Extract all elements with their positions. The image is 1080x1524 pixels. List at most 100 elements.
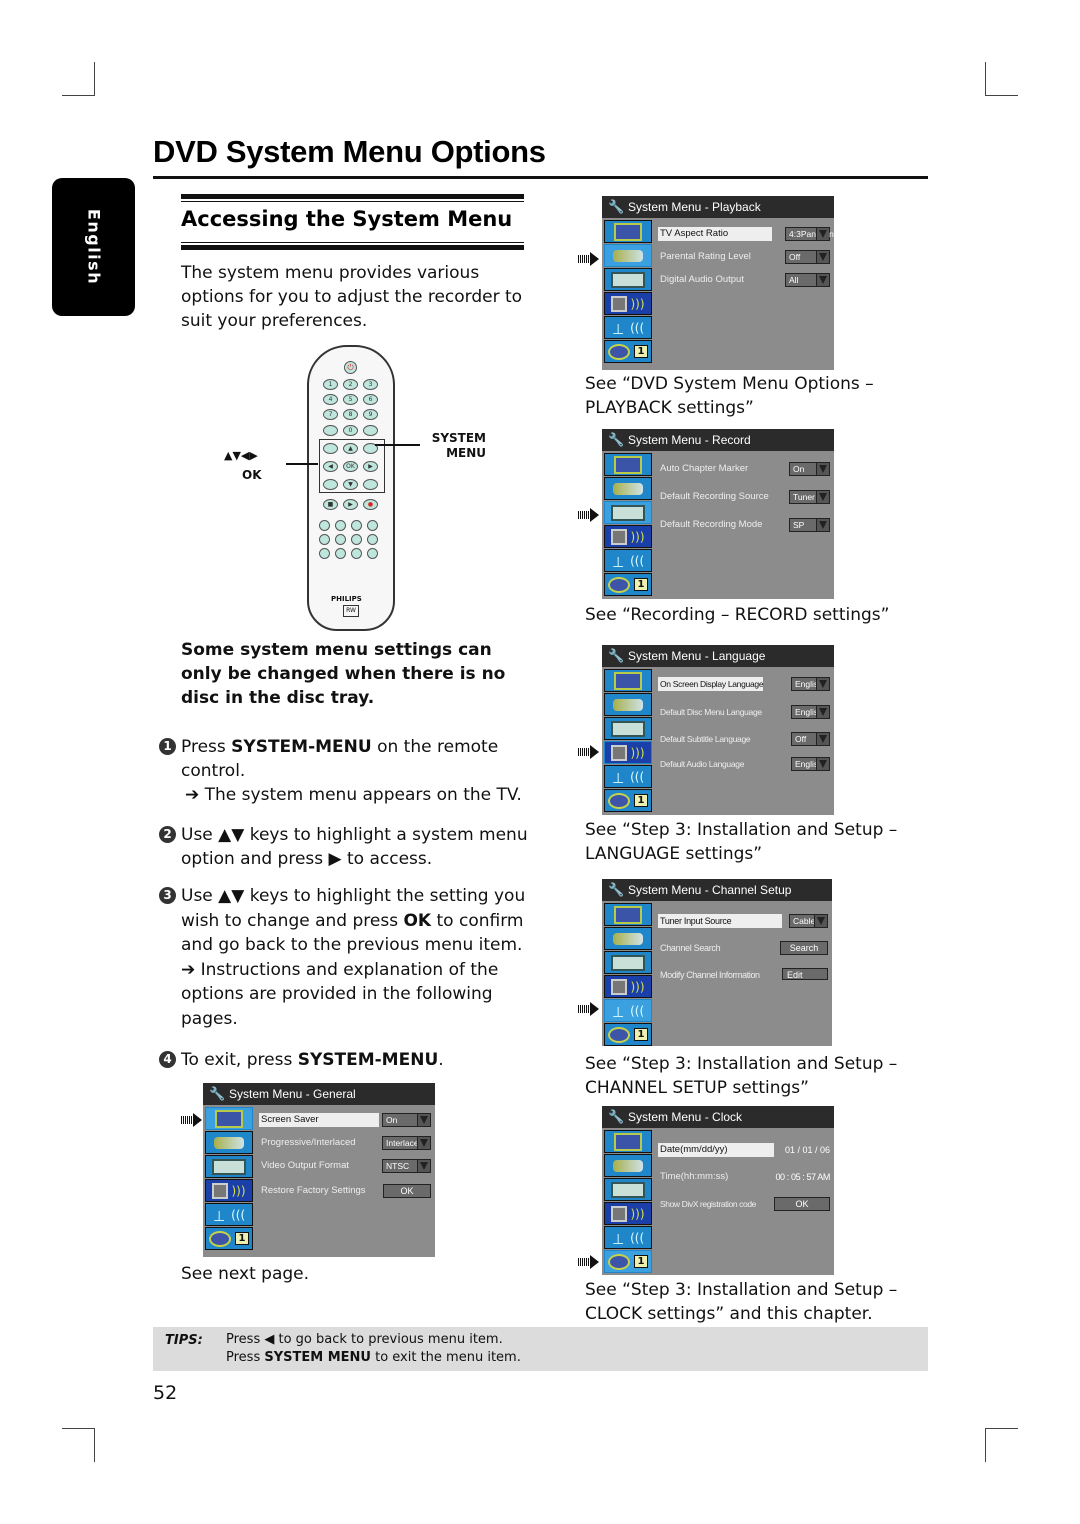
- menu-row[interactable]: Time(hh:mm:ss) 00 : 05 : 57 AM: [658, 1170, 830, 1184]
- record-setup-icon: [604, 501, 652, 524]
- menu-row[interactable]: Screen Saver On: [259, 1113, 431, 1127]
- menu-row[interactable]: Date(mm/dd/yy) 01 / 01 / 06: [658, 1143, 830, 1157]
- channel-setup-icon: [604, 316, 652, 339]
- dropdown[interactable]: Cable: [789, 914, 828, 928]
- divx-ok-button[interactable]: OK: [774, 1197, 830, 1211]
- menu-row[interactable]: Auto Chapter Marker On: [658, 462, 830, 476]
- tips-label: TIPS:: [165, 1333, 203, 1348]
- menu-row[interactable]: On Screen Display Language English: [658, 677, 830, 691]
- dropdown[interactable]: 4:3Panscan: [785, 227, 834, 241]
- brand-logo: PHILIPS: [331, 595, 362, 603]
- clock-setup-icon: [604, 789, 652, 812]
- general-setup-icon: [604, 903, 652, 926]
- dropdown[interactable]: All: [785, 273, 830, 287]
- remote-key: ▶: [363, 461, 378, 472]
- menu-row[interactable]: Progressive/Interlaced Interlaced: [259, 1136, 431, 1150]
- language-setup-icon: [205, 1179, 253, 1202]
- dropdown[interactable]: On: [789, 462, 830, 476]
- channel-setup-icon: [604, 765, 652, 788]
- dropdown[interactable]: Off: [791, 732, 830, 746]
- wrench-icon: 🔧: [209, 1086, 226, 1101]
- step-result: ➔ The system menu appears on the TV.: [185, 785, 522, 805]
- menu-row[interactable]: Default Disc Menu Language English: [658, 705, 830, 719]
- clock-setup-icon: [604, 573, 652, 596]
- chevron-down-icon: [816, 274, 829, 286]
- crop-mark: [985, 95, 1018, 96]
- menu-row[interactable]: TV Aspect Ratio 4:3Panscan: [658, 227, 834, 241]
- step-number: 4: [159, 1051, 176, 1068]
- menu-title: System Menu - Playback: [628, 200, 761, 214]
- dropdown[interactable]: Off: [785, 250, 830, 264]
- general-setup-icon: [205, 1107, 253, 1130]
- step-result: ➔ Instructions and explanation of the op…: [181, 959, 499, 1029]
- dropdown[interactable]: English: [791, 677, 830, 691]
- remote-key: ◀: [323, 461, 338, 472]
- menu-row[interactable]: Parental Rating Level Off: [658, 250, 830, 264]
- dropdown[interactable]: Tuner: [789, 490, 830, 504]
- chevron-down-icon: [417, 1114, 430, 1126]
- playback-setup-icon: [604, 693, 652, 716]
- section-divider: [181, 201, 524, 202]
- menu-row[interactable]: Default Recording Mode SP: [658, 518, 830, 532]
- power-button-icon: ⏻: [344, 361, 357, 374]
- dropdown[interactable]: NTSC: [382, 1159, 431, 1173]
- page-title: DVD System Menu Options: [153, 134, 546, 169]
- time-value[interactable]: 00 : 05 : 57 AM: [775, 1170, 830, 1184]
- dropdown[interactable]: SP: [789, 518, 830, 532]
- record-key: ●: [363, 499, 378, 510]
- remote-key: 8: [343, 409, 358, 420]
- dropdown[interactable]: Interlaced: [382, 1136, 431, 1150]
- menu-row[interactable]: Digital Audio Output All: [658, 273, 830, 287]
- menu-row[interactable]: Modify Channel Information Edit: [658, 968, 828, 982]
- remote-control-image: ⏻ 1 2 3 4 5 6 7 8 9 0 ▲ ◀ OK ▶ ▼ ■ ▶ ● P…: [307, 345, 395, 631]
- clock-caption: See “Step 3: Installation and Setup – CL…: [585, 1280, 898, 1324]
- stop-key: ■: [323, 499, 338, 510]
- menu-row[interactable]: Default Subtitle Language Off: [658, 732, 830, 746]
- pointer-arrow-icon: [181, 1113, 203, 1127]
- menu-row[interactable]: Restore Factory Settings OK: [259, 1184, 431, 1198]
- menu-row[interactable]: Channel Search Search: [658, 941, 828, 955]
- menu-row[interactable]: Tuner Input Source Cable: [658, 914, 828, 928]
- section-divider: [181, 245, 524, 250]
- clock-setup-icon: [604, 340, 652, 363]
- chevron-down-icon: [816, 678, 829, 690]
- channel-search-button[interactable]: Search: [780, 941, 828, 955]
- left-arrow-icon: ◀: [264, 1332, 275, 1347]
- crop-mark: [985, 62, 986, 96]
- remote-key: ▼: [343, 479, 358, 490]
- dropdown[interactable]: On: [382, 1113, 431, 1127]
- intro-paragraph: The system menu provides various options…: [181, 263, 523, 331]
- remote-key: [363, 425, 378, 436]
- menu-row[interactable]: Video Output Format NTSC: [259, 1159, 431, 1173]
- dropdown[interactable]: English: [791, 705, 830, 719]
- general-setup-icon: [604, 1130, 652, 1153]
- record-caption: See “Recording – RECORD settings”: [585, 605, 890, 625]
- language-tab-label: English: [84, 208, 103, 286]
- pointer-arrow-icon: [578, 508, 600, 522]
- edit-channel-button[interactable]: Edit: [782, 968, 828, 980]
- play-key: ▶: [343, 499, 358, 510]
- remote-key: [319, 548, 330, 559]
- chevron-down-icon: [816, 758, 829, 770]
- menu-row[interactable]: Default Audio Language English: [658, 757, 830, 771]
- step-number: 2: [159, 826, 176, 843]
- crop-mark: [985, 1428, 986, 1462]
- step-number: 1: [159, 738, 176, 755]
- dropdown[interactable]: English: [791, 757, 830, 771]
- menu-title: System Menu - Channel Setup: [628, 883, 792, 897]
- remote-key: [335, 534, 346, 545]
- restore-ok-button[interactable]: OK: [383, 1184, 431, 1198]
- menu-row[interactable]: Default Recording Source Tuner: [658, 490, 830, 504]
- remote-key: 9: [363, 409, 378, 420]
- menu-icon-column: [205, 1107, 253, 1251]
- language-setup-icon: [604, 292, 652, 315]
- general-setup-icon: [604, 453, 652, 476]
- date-value[interactable]: 01 / 01 / 06: [785, 1143, 830, 1157]
- remote-key: [367, 534, 378, 545]
- menu-row[interactable]: Show DivX registration code OK: [658, 1197, 830, 1211]
- remote-key: 7: [323, 409, 338, 420]
- remote-key: [367, 548, 378, 559]
- menu-title: System Menu - Language: [628, 649, 766, 663]
- system-menu-callout-line: [375, 444, 420, 446]
- playback-setup-icon: [604, 1154, 652, 1177]
